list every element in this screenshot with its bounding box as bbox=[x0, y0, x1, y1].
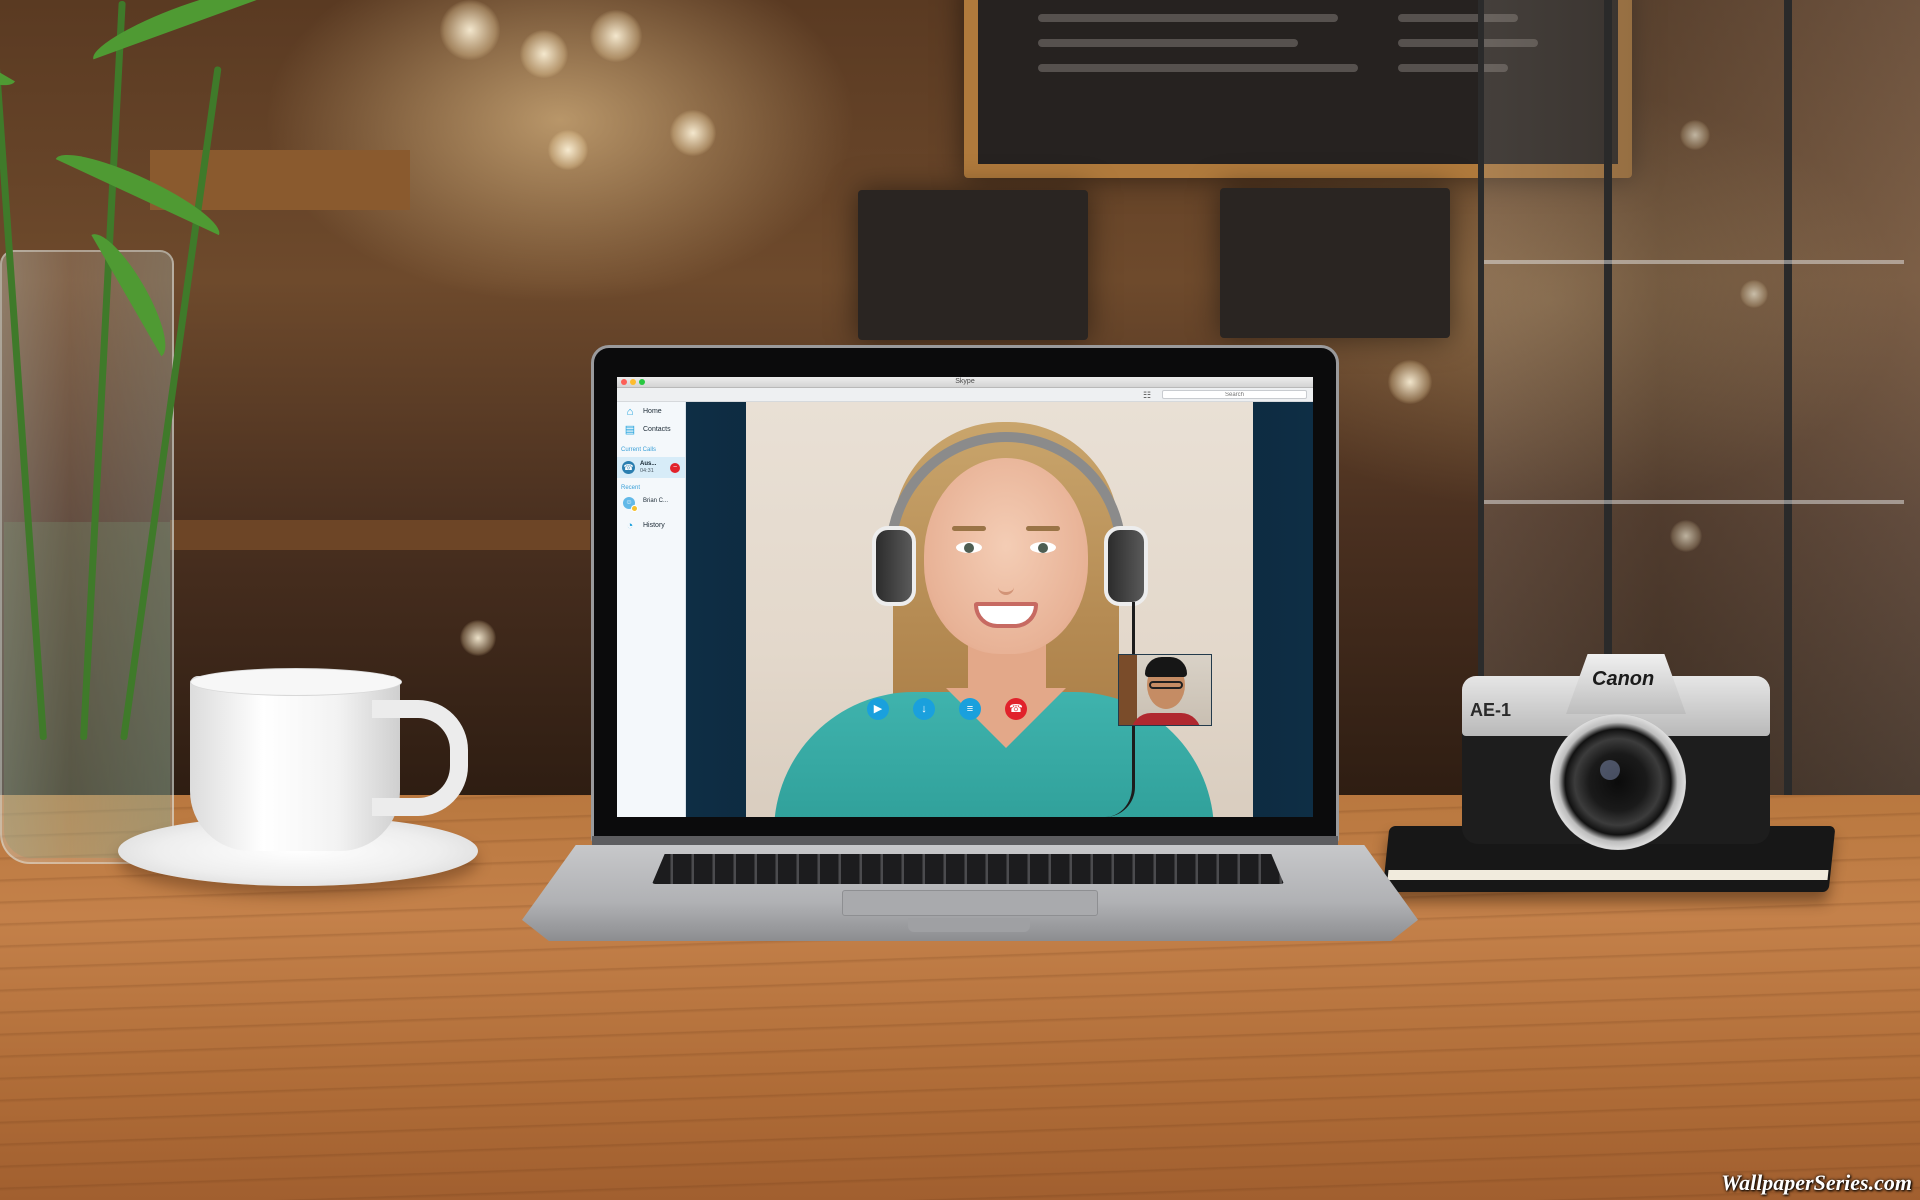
title-bar: Skype bbox=[617, 377, 1313, 388]
microphone-icon[interactable]: ↓ bbox=[913, 698, 935, 720]
video-camera-icon[interactable]: ▶ bbox=[867, 698, 889, 720]
sidebar: ⌂ Home ▤ Contacts Current Calls ☎ Aus...… bbox=[617, 402, 686, 817]
recent-contact-label: Brian C... bbox=[643, 498, 669, 504]
call-controls: ▶ ↓ ≡ ☎ bbox=[867, 698, 1027, 720]
search-input[interactable] bbox=[1162, 390, 1307, 399]
bokeh-light bbox=[440, 0, 500, 60]
wall-shelf bbox=[170, 520, 590, 550]
current-call-item[interactable]: ☎ Aus... 04:31 − bbox=[617, 457, 685, 478]
sidebar-item-contacts[interactable]: ▤ Contacts bbox=[617, 422, 685, 438]
bokeh-light bbox=[590, 10, 642, 62]
clock-icon: ◔ bbox=[626, 520, 634, 532]
home-icon: ⌂ bbox=[626, 406, 634, 418]
hang-up-icon[interactable]: ☎ bbox=[1005, 698, 1027, 720]
recent-item-brian[interactable]: ☺ Brian C... bbox=[617, 494, 685, 512]
sidebar-item-label: Home bbox=[643, 408, 662, 415]
dialpad-icon[interactable]: ☷ bbox=[1143, 390, 1153, 400]
phone-icon: ☎ bbox=[622, 461, 635, 474]
bokeh-light bbox=[548, 130, 588, 170]
sidebar-item-history[interactable]: ◔ History bbox=[617, 518, 685, 534]
sidebar-item-home[interactable]: ⌂ Home bbox=[617, 404, 685, 420]
self-view-video[interactable] bbox=[1118, 654, 1212, 726]
small-board bbox=[858, 190, 1088, 340]
call-stage: ▶ ↓ ≡ ☎ bbox=[686, 402, 1313, 817]
sidebar-item-label: History bbox=[643, 522, 665, 529]
camera-lens bbox=[1550, 714, 1686, 850]
skype-window: Skype ☷ ⌂ Home ▤ Contacts Current Calls … bbox=[617, 377, 1313, 817]
bokeh-light bbox=[460, 620, 496, 656]
camera-model-label: AE-1 bbox=[1470, 700, 1512, 720]
wall-shelf bbox=[150, 150, 410, 210]
laptop-keyboard bbox=[652, 854, 1284, 884]
recent-heading: Recent bbox=[621, 485, 641, 491]
bokeh-light bbox=[1388, 360, 1432, 404]
current-calls-heading: Current Calls bbox=[621, 447, 657, 453]
small-board bbox=[1220, 188, 1450, 338]
sidebar-item-label: Contacts bbox=[643, 426, 671, 433]
current-call-duration: 04:31 bbox=[640, 468, 654, 474]
window-title: Skype bbox=[955, 378, 975, 385]
remote-video bbox=[746, 402, 1253, 817]
watermark: WallpaperSeries.com bbox=[1721, 1170, 1912, 1195]
coffee-cup bbox=[190, 676, 400, 851]
hang-up-icon[interactable]: − bbox=[670, 463, 680, 473]
laptop-trackpad bbox=[842, 890, 1098, 916]
away-status-icon bbox=[631, 505, 638, 512]
bokeh-light bbox=[520, 30, 568, 78]
menu-icon[interactable]: ≡ bbox=[959, 698, 981, 720]
contacts-icon: ▤ bbox=[624, 424, 636, 436]
camera-brand-logo: Canon bbox=[1592, 668, 1655, 690]
bokeh-light bbox=[670, 110, 716, 156]
current-call-name: Aus... bbox=[640, 461, 657, 467]
toolbar: ☷ bbox=[617, 388, 1313, 402]
headphones bbox=[886, 432, 1126, 552]
